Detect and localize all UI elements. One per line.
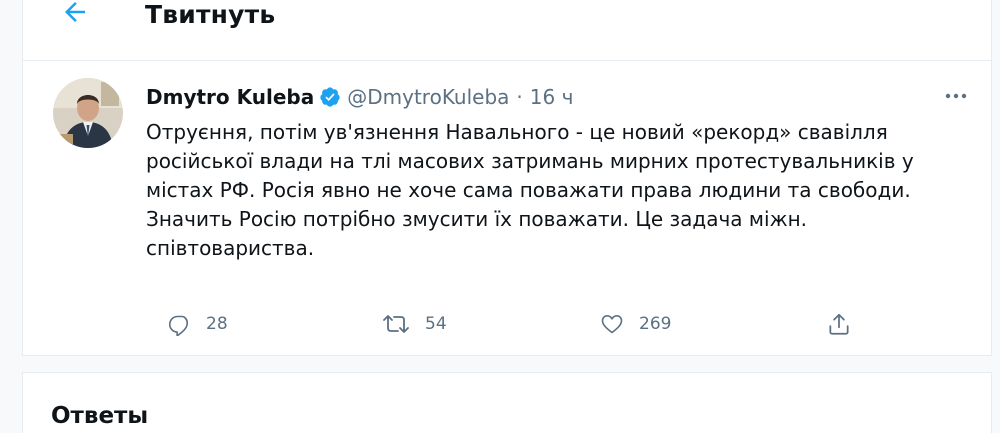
retweet-icon xyxy=(383,315,409,333)
like-button[interactable]: 269 xyxy=(599,306,671,342)
verified-badge-icon xyxy=(319,86,341,108)
more-horizontal-icon xyxy=(945,93,967,99)
tweet-text-line: Значить Росію потрібно змусити їх поважа… xyxy=(146,207,808,231)
share-icon xyxy=(829,313,849,335)
tweet-author-line: Dmytro Kuleba @DmytroKuleba · 16 ч xyxy=(146,82,573,112)
author-name[interactable]: Dmytro Kuleba xyxy=(146,85,314,109)
reply-icon xyxy=(168,315,189,336)
replies-panel: Ответы xyxy=(22,372,992,433)
tweet-timestamp[interactable]: 16 ч xyxy=(530,85,574,109)
author-avatar-image xyxy=(53,78,123,148)
back-button[interactable] xyxy=(57,0,93,30)
page-header: Твитнуть xyxy=(23,0,991,61)
tweet-text: Отруєння, потім ув'язнення Навального - … xyxy=(146,118,976,263)
author-handle[interactable]: @DmytroKuleba xyxy=(347,85,509,109)
more-options-button[interactable] xyxy=(941,84,971,108)
share-button[interactable] xyxy=(826,306,852,342)
page-title: Твитнуть xyxy=(145,0,276,29)
heart-icon xyxy=(601,315,623,334)
tweet-text-line: російської влади на тлі масових затриман… xyxy=(146,149,914,173)
reply-button[interactable]: 28 xyxy=(168,306,228,342)
retweet-count: 54 xyxy=(425,314,447,334)
separator-dot: · xyxy=(516,85,523,109)
reply-count: 28 xyxy=(206,314,228,334)
tweet-text-line: Отруєння, потім ув'язнення Навального - … xyxy=(146,120,888,144)
tweet-text-line: містах РФ. Росія явно не хоче сама поваж… xyxy=(146,178,911,202)
tweet-panel: Твитнуть Dmytro Kuleba @DmytroKuleba · 1… xyxy=(22,0,992,356)
tweet-text-line: співтовариства. xyxy=(146,236,315,260)
retweet-button[interactable]: 54 xyxy=(381,306,447,342)
arrow-left-icon xyxy=(65,2,85,22)
tweet-actions: 28 54 269 xyxy=(146,306,849,342)
avatar[interactable] xyxy=(53,78,123,148)
like-count: 269 xyxy=(639,314,672,334)
